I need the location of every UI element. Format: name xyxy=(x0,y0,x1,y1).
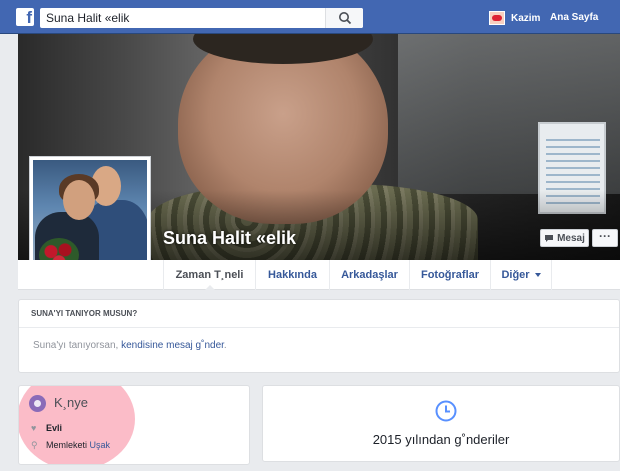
tab-about[interactable]: Hakkında xyxy=(255,260,329,290)
search-icon xyxy=(339,12,352,25)
top-navigation-bar: f Kazim Ana Sayfa xyxy=(0,0,620,34)
tab-photos[interactable]: Fotoğraflar xyxy=(409,260,490,290)
facebook-logo-icon[interactable]: f xyxy=(16,8,34,27)
posts-title: 2015 yılından g˚nderiler xyxy=(372,432,510,447)
tab-timeline[interactable]: Zaman T¸neli xyxy=(163,260,255,291)
send-message-link[interactable]: kendisine mesaj g˚nder xyxy=(121,340,224,351)
relationship-row: Evli xyxy=(46,423,63,433)
photo-face-1 xyxy=(63,180,95,220)
know-this-person-card: SUNA'YI TANIYOR MUSUN? Suna'yı tanıyorsa… xyxy=(18,299,620,373)
message-icon xyxy=(545,234,554,242)
nav-user-name: Kazim xyxy=(511,12,541,24)
tab-friends[interactable]: Arkadaşlar xyxy=(329,260,409,290)
posts-from-year-card[interactable]: 2015 yılından g˚nderiler xyxy=(262,385,620,462)
tab-more[interactable]: Diğer xyxy=(490,260,552,290)
heart-icon: ♥ xyxy=(31,423,37,433)
avatar xyxy=(489,11,505,25)
location-pin-icon: ⚲ xyxy=(31,440,38,450)
intro-title: K¸nye xyxy=(54,395,88,410)
hometown-link[interactable]: Uşak xyxy=(90,440,111,450)
search-button[interactable] xyxy=(325,8,363,28)
search-input[interactable] xyxy=(40,8,330,28)
nav-profile-link[interactable]: Kazim xyxy=(489,10,540,26)
profile-tabs: Zaman T¸neli Hakkında Arkadaşlar Fotoğra… xyxy=(18,260,620,291)
know-card-text: Suna'yı tanıyorsan, kendisine mesaj g˚nd… xyxy=(33,340,227,351)
more-options-button[interactable]: ··· xyxy=(592,229,618,247)
profile-name[interactable]: Suna Halit «elik xyxy=(163,228,296,249)
know-card-heading: SUNA'YI TANIYOR MUSUN? xyxy=(19,300,619,328)
hometown-row: Memleketi Uşak xyxy=(46,440,111,450)
chevron-down-icon xyxy=(534,273,541,277)
clock-icon xyxy=(435,400,457,422)
intro-card: K¸nye ♥ Evli ⚲ Memleketi Uşak xyxy=(18,385,250,465)
search-box xyxy=(40,8,363,28)
globe-icon xyxy=(29,395,46,412)
nav-home-link[interactable]: Ana Sayfa xyxy=(550,12,598,23)
message-button[interactable]: Mesaj xyxy=(540,229,589,247)
profile-photo xyxy=(33,160,147,276)
